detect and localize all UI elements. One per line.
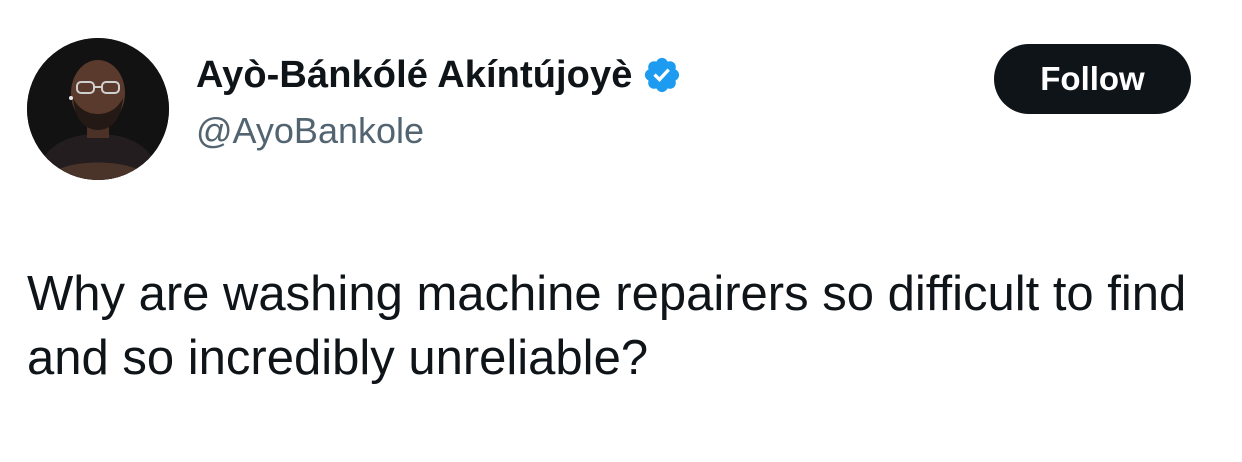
verified-badge-icon	[642, 55, 682, 95]
follow-button[interactable]: Follow	[994, 44, 1191, 114]
display-name[interactable]: Ayò-Bánkólé Akíntújoyè	[196, 54, 632, 97]
name-row: Ayò-Bánkólé Akíntújoyè	[196, 52, 682, 98]
tweet-card: Ayò-Bánkólé Akíntújoyè @AyoBankole Follo…	[0, 0, 1242, 462]
user-handle[interactable]: @AyoBankole	[196, 110, 682, 152]
avatar-photo	[27, 38, 169, 180]
author-identity: Ayò-Bánkólé Akíntújoyè @AyoBankole	[196, 52, 682, 152]
avatar[interactable]	[27, 38, 169, 180]
tweet-text: Why are washing machine repairers so dif…	[27, 267, 1187, 385]
